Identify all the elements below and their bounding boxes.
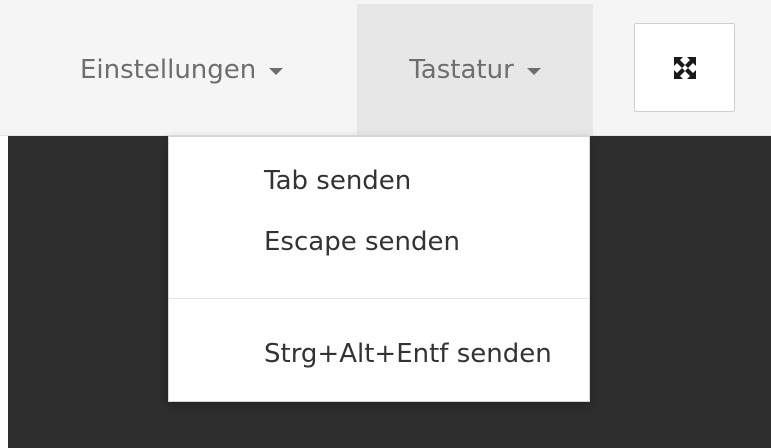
fullscreen-button[interactable] bbox=[634, 23, 735, 112]
caret-down-icon bbox=[269, 68, 284, 75]
settings-menu-toggle[interactable]: Einstellungen bbox=[58, 4, 348, 135]
navbar: Einstellungen Tastatur bbox=[0, 0, 771, 136]
keyboard-menu-toggle[interactable]: Tastatur bbox=[357, 4, 593, 135]
menu-divider bbox=[169, 298, 589, 299]
keyboard-dropdown-menu: Tab senden Escape senden Strg+Alt+Entf s… bbox=[168, 136, 590, 402]
send-escape-menu-item[interactable]: Escape senden bbox=[264, 227, 460, 257]
send-ctrl-alt-del-menu-item[interactable]: Strg+Alt+Entf senden bbox=[264, 339, 552, 369]
settings-menu-label: Einstellungen bbox=[80, 54, 257, 85]
keyboard-menu-label: Tastatur bbox=[409, 54, 514, 85]
fullscreen-expand-icon bbox=[673, 56, 696, 79]
send-tab-menu-item[interactable]: Tab senden bbox=[264, 166, 411, 196]
caret-down-icon bbox=[526, 68, 541, 75]
